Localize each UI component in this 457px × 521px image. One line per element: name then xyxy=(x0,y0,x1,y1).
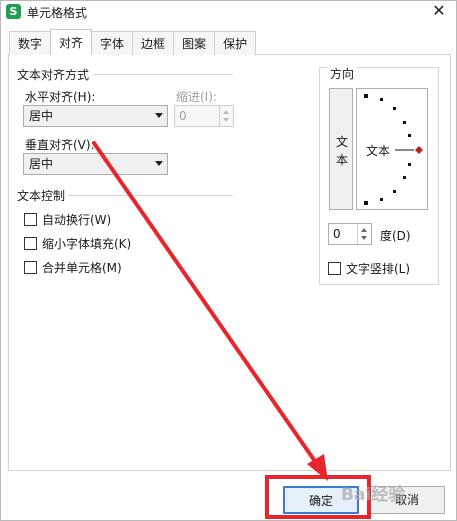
degree-spin-buttons xyxy=(357,224,371,244)
vertical-align-value: 居中 xyxy=(29,157,54,171)
orientation-heading: 方向 xyxy=(327,65,358,82)
dial-dot xyxy=(364,201,368,205)
dialog-title: 单元格格式 xyxy=(27,6,88,20)
chevron-down-icon xyxy=(155,113,163,118)
ok-button[interactable]: 确定 xyxy=(283,486,359,514)
tab-strip: 数字 对齐 字体 边框 图案 保护 xyxy=(9,29,257,55)
dial-text: 文本 xyxy=(366,144,391,158)
wps-spreadsheet-icon: S xyxy=(6,4,21,19)
text-alignment-heading: 文本对齐方式 xyxy=(17,66,94,83)
dial-dot xyxy=(393,190,396,193)
title-bar: S 单元格格式 ✕ xyxy=(1,1,456,23)
vertical-text-char: 本 xyxy=(335,153,348,167)
indent-spin-buttons xyxy=(219,106,233,126)
dial-dot xyxy=(403,121,406,124)
indent-value: 0 xyxy=(179,109,187,123)
shrink-to-fit-label: 缩小字体填充(K) xyxy=(42,236,132,251)
vertical-align-select[interactable]: 居中 xyxy=(23,153,168,175)
spin-down-icon xyxy=(361,236,367,240)
horizontal-align-label: 水平对齐(H): xyxy=(25,90,96,104)
horizontal-align-value: 居中 xyxy=(29,109,54,123)
cell-format-dialog: S 单元格格式 ✕ 数字 对齐 字体 边框 图案 保护 文本对齐方式 水平对齐(… xyxy=(0,0,457,521)
wrap-text-checkbox[interactable] xyxy=(24,212,37,226)
vertical-text-button[interactable]: 文 本 xyxy=(329,88,353,210)
chevron-down-icon xyxy=(155,161,163,166)
dial-dot xyxy=(380,98,383,101)
degree-label: 度(D) xyxy=(380,229,411,243)
tab-font[interactable]: 字体 xyxy=(91,31,134,55)
horizontal-align-select[interactable]: 居中 xyxy=(23,105,168,127)
dial-dot xyxy=(380,198,383,201)
vertical-layout-checkbox[interactable] xyxy=(328,261,341,275)
spin-up-icon xyxy=(361,228,367,232)
indent-label: 缩进(I): xyxy=(176,90,217,104)
shrink-to-fit-option[interactable]: 缩小字体填充(K) xyxy=(24,235,131,251)
tab-protection[interactable]: 保护 xyxy=(214,31,257,55)
tab-pattern[interactable]: 图案 xyxy=(173,31,216,55)
text-control-heading: 文本控制 xyxy=(17,187,70,204)
tab-border[interactable]: 边框 xyxy=(132,31,175,55)
wrap-text-option[interactable]: 自动换行(W) xyxy=(24,211,111,227)
degree-value: 0 xyxy=(333,227,341,241)
merge-cells-label: 合并单元格(M) xyxy=(42,260,122,275)
close-button[interactable]: ✕ xyxy=(428,1,450,21)
orientation-dial[interactable]: 文本 xyxy=(356,88,428,210)
tab-alignment[interactable]: 对齐 xyxy=(50,29,93,55)
cancel-button[interactable]: 取消 xyxy=(369,486,445,514)
degree-stepper[interactable]: 0 xyxy=(328,223,372,245)
dial-dot xyxy=(364,94,368,98)
vertical-layout-label: 文字竖排(L) xyxy=(346,261,411,276)
vertical-layout-option[interactable]: 文字竖排(L) xyxy=(328,260,410,276)
dial-marker xyxy=(415,146,423,154)
vertical-align-label: 垂直对齐(V): xyxy=(25,138,95,152)
dial-dot xyxy=(408,163,411,166)
wrap-text-label: 自动换行(W) xyxy=(42,212,112,227)
dial-dot xyxy=(403,176,406,179)
shrink-to-fit-checkbox[interactable] xyxy=(24,236,37,250)
dial-dot xyxy=(393,107,396,110)
vertical-text-char: 文 xyxy=(335,135,348,149)
dial-dot xyxy=(408,134,411,137)
indent-stepper[interactable]: 0 xyxy=(174,105,234,127)
spin-up-icon xyxy=(223,110,229,114)
spin-down-icon xyxy=(223,118,229,122)
merge-cells-checkbox[interactable] xyxy=(24,260,37,274)
merge-cells-option[interactable]: 合并单元格(M) xyxy=(24,259,122,275)
tab-number[interactable]: 数字 xyxy=(9,31,52,55)
